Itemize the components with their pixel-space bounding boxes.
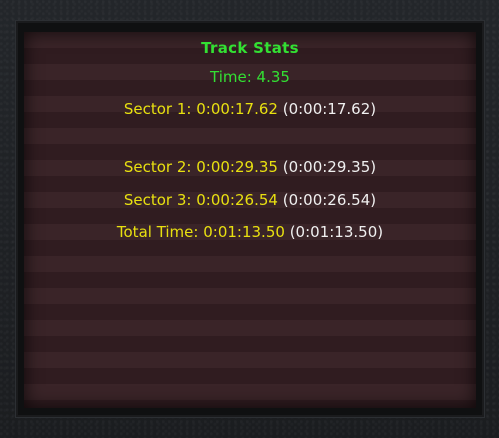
sector-2-row: Sector 2: 0:00:29.35 (0:00:29.35) bbox=[24, 157, 476, 177]
sector-2-best: (0:00:29.35) bbox=[282, 158, 377, 176]
sector-3-time: 0:00:26.54 bbox=[196, 191, 278, 209]
sector-2-label: Sector 2: bbox=[123, 158, 192, 176]
track-stats-panel: Track Stats Time: 4.35 Sector 1: 0:00:17… bbox=[24, 32, 476, 408]
sector-3-label: Sector 3: bbox=[123, 191, 192, 209]
sector-1-time: 0:00:17.62 bbox=[196, 100, 278, 118]
sector-1-row: Sector 1: 0:00:17.62 (0:00:17.62) bbox=[24, 99, 476, 119]
time-readout: Time: 4.35 bbox=[210, 68, 290, 86]
sector-1-best: (0:00:17.62) bbox=[282, 100, 377, 118]
total-time-label: Total Time: bbox=[116, 223, 199, 241]
panel-title: Track Stats bbox=[201, 39, 299, 57]
sector-3-row: Sector 3: 0:00:26.54 (0:00:26.54) bbox=[24, 190, 476, 210]
total-time-best: (0:01:13.50) bbox=[289, 223, 384, 241]
sector-2-time: 0:00:29.35 bbox=[196, 158, 278, 176]
sector-3-best: (0:00:26.54) bbox=[282, 191, 377, 209]
sector-1-label: Sector 1: bbox=[123, 100, 192, 118]
total-time-value: 0:01:13.50 bbox=[203, 223, 285, 241]
total-time-row: Total Time: 0:01:13.50 (0:01:13.50) bbox=[24, 222, 476, 242]
